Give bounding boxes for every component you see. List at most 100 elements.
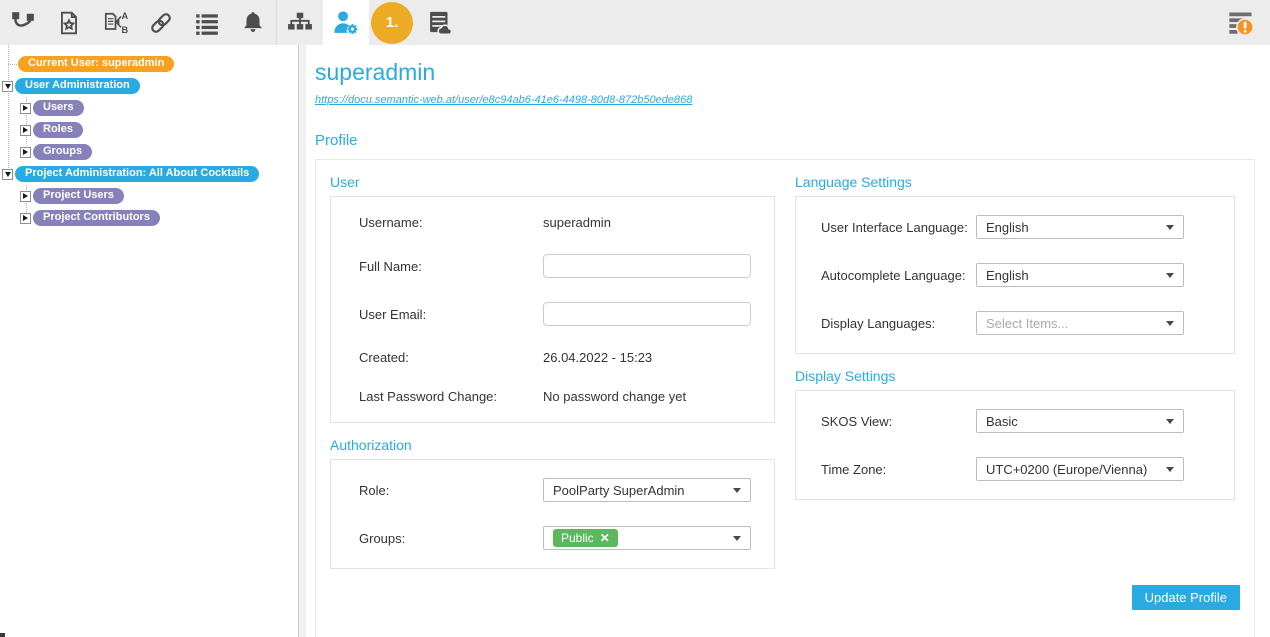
groups-label: Groups: — [359, 531, 543, 546]
sitemap-icon[interactable] — [277, 0, 323, 45]
curve-connector-icon[interactable] — [0, 0, 46, 45]
remove-tag-icon[interactable]: ✕ — [600, 532, 610, 544]
email-input[interactable] — [543, 302, 751, 326]
chevron-down-icon — [1166, 419, 1174, 424]
username-row: Username: superadmin — [359, 215, 759, 230]
chevron-down-icon — [733, 488, 741, 493]
tree-collapse-icon[interactable] — [2, 169, 13, 180]
email-label: User Email: — [359, 307, 543, 322]
document-ab-icon[interactable]: A B — [92, 0, 138, 45]
username-value: superadmin — [543, 215, 611, 230]
authorization-section: Authorization Role: PoolParty SuperAdmin — [330, 437, 775, 569]
time-zone-select[interactable]: UTC+0200 (Europe/Vienna) — [976, 457, 1184, 481]
step-1-badge-circle[interactable]: 1. — [371, 2, 413, 44]
group-tag-public: Public ✕ — [553, 529, 618, 547]
app-body: Current User: superadmin User Administra… — [0, 45, 1270, 637]
update-profile-button[interactable]: Update Profile — [1132, 585, 1240, 610]
users-pill[interactable]: Users — [33, 100, 84, 116]
tree-expand-icon[interactable] — [20, 213, 31, 224]
svg-text:B: B — [122, 24, 129, 34]
tree-collapse-icon[interactable] — [2, 81, 13, 92]
ui-language-select[interactable]: English — [976, 215, 1184, 239]
role-select[interactable]: PoolParty SuperAdmin — [543, 478, 751, 502]
role-label: Role: — [359, 483, 543, 498]
resize-corner-mark — [0, 633, 5, 637]
skos-view-select[interactable]: Basic — [976, 409, 1184, 433]
groups-row: Groups: Public ✕ — [359, 526, 759, 550]
user-admin-icon[interactable] — [323, 0, 369, 45]
fullname-label: Full Name: — [359, 259, 543, 274]
username-label: Username: — [359, 215, 543, 230]
document-star-icon[interactable] — [46, 0, 92, 45]
chevron-down-icon — [1166, 225, 1174, 230]
list-icon[interactable] — [184, 0, 230, 45]
sidebar-item-project-users[interactable]: Project Users — [0, 185, 298, 207]
sidebar-item-project-administration[interactable]: Project Administration: All About Cockta… — [0, 163, 298, 185]
system-messages-icon[interactable] — [1218, 0, 1264, 45]
tree-expand-icon[interactable] — [20, 125, 31, 136]
user-administration-pill[interactable]: User Administration — [15, 78, 140, 94]
ui-language-label: User Interface Language: — [821, 220, 976, 235]
display-languages-select[interactable]: Select Items... — [976, 311, 1184, 335]
top-toolbar: A B — [0, 0, 1270, 45]
role-row: Role: PoolParty SuperAdmin — [359, 478, 759, 502]
created-label: Created: — [359, 350, 543, 365]
main-content: superadmin https://docu.semantic-web.at/… — [306, 45, 1270, 637]
chevron-down-icon — [1166, 321, 1174, 326]
chevron-down-icon — [1166, 273, 1174, 278]
profile-heading: Profile — [315, 132, 1255, 149]
skos-view-label: SKOS View: — [821, 414, 976, 429]
time-zone-value: UTC+0200 (Europe/Vienna) — [986, 462, 1147, 477]
sidebar-item-groups[interactable]: Groups — [0, 141, 298, 163]
svg-text:A: A — [122, 11, 129, 21]
autocomplete-language-select[interactable]: English — [976, 263, 1184, 287]
autocomplete-language-value: English — [986, 268, 1029, 283]
role-select-value: PoolParty SuperAdmin — [553, 483, 685, 498]
profile-panel: User Username: superadmin Full Name: — [315, 159, 1255, 637]
user-section: User Username: superadmin Full Name: — [330, 174, 775, 423]
sidebar-item-user-administration[interactable]: User Administration — [0, 75, 298, 97]
step-1-badge[interactable]: 1. — [369, 0, 415, 45]
page-title: superadmin — [315, 59, 1255, 86]
ui-language-row: User Interface Language: English — [821, 215, 1219, 239]
time-zone-row: Time Zone: UTC+0200 (Europe/Vienna) — [821, 457, 1219, 481]
sidebar-item-project-contributors[interactable]: Project Contributors — [0, 207, 298, 229]
language-settings-heading: Language Settings — [795, 174, 1235, 190]
autocomplete-language-label: Autocomplete Language: — [821, 268, 976, 283]
sidebar-item-roles[interactable]: Roles — [0, 119, 298, 141]
project-users-pill[interactable]: Project Users — [33, 188, 124, 204]
user-section-heading: User — [330, 174, 775, 190]
created-value: 26.04.2022 - 15:23 — [543, 350, 652, 365]
link-icon[interactable] — [138, 0, 184, 45]
email-row: User Email: — [359, 302, 759, 326]
display-languages-row: Display Languages: Select Items... — [821, 311, 1219, 335]
groups-pill[interactable]: Groups — [33, 144, 92, 160]
navigation-tree: Current User: superadmin User Administra… — [0, 45, 299, 637]
time-zone-label: Time Zone: — [821, 462, 976, 477]
language-settings-section: Language Settings User Interface Languag… — [795, 174, 1235, 354]
tree-expand-icon[interactable] — [20, 147, 31, 158]
skos-view-value: Basic — [986, 414, 1018, 429]
created-row: Created: 26.04.2022 - 15:23 — [359, 350, 759, 365]
fullname-row: Full Name: — [359, 254, 759, 278]
sidebar-item-current-user[interactable]: Current User: superadmin — [0, 53, 298, 75]
current-user-pill[interactable]: Current User: superadmin — [18, 56, 174, 72]
notifications-bell-icon[interactable] — [230, 0, 276, 45]
tree-expand-icon[interactable] — [20, 103, 31, 114]
authorization-section-heading: Authorization — [330, 437, 775, 453]
tree-expand-icon[interactable] — [20, 191, 31, 202]
groups-select[interactable]: Public ✕ — [543, 526, 751, 550]
display-settings-heading: Display Settings — [795, 368, 1235, 384]
group-tag-label: Public — [561, 532, 594, 544]
project-contributors-pill[interactable]: Project Contributors — [33, 210, 160, 226]
chevron-down-icon — [1166, 467, 1174, 472]
fullname-input[interactable] — [543, 254, 751, 278]
sidebar-scroll-gutter[interactable] — [299, 45, 306, 637]
last-password-row: Last Password Change: No password change… — [359, 389, 759, 404]
project-administration-pill[interactable]: Project Administration: All About Cockta… — [15, 166, 259, 182]
sidebar-item-users[interactable]: Users — [0, 97, 298, 119]
roles-pill[interactable]: Roles — [33, 122, 83, 138]
user-uri-link[interactable]: https://docu.semantic-web.at/user/e8c94a… — [315, 94, 692, 106]
server-cloud-icon[interactable] — [415, 0, 461, 45]
autocomplete-language-row: Autocomplete Language: English — [821, 263, 1219, 287]
